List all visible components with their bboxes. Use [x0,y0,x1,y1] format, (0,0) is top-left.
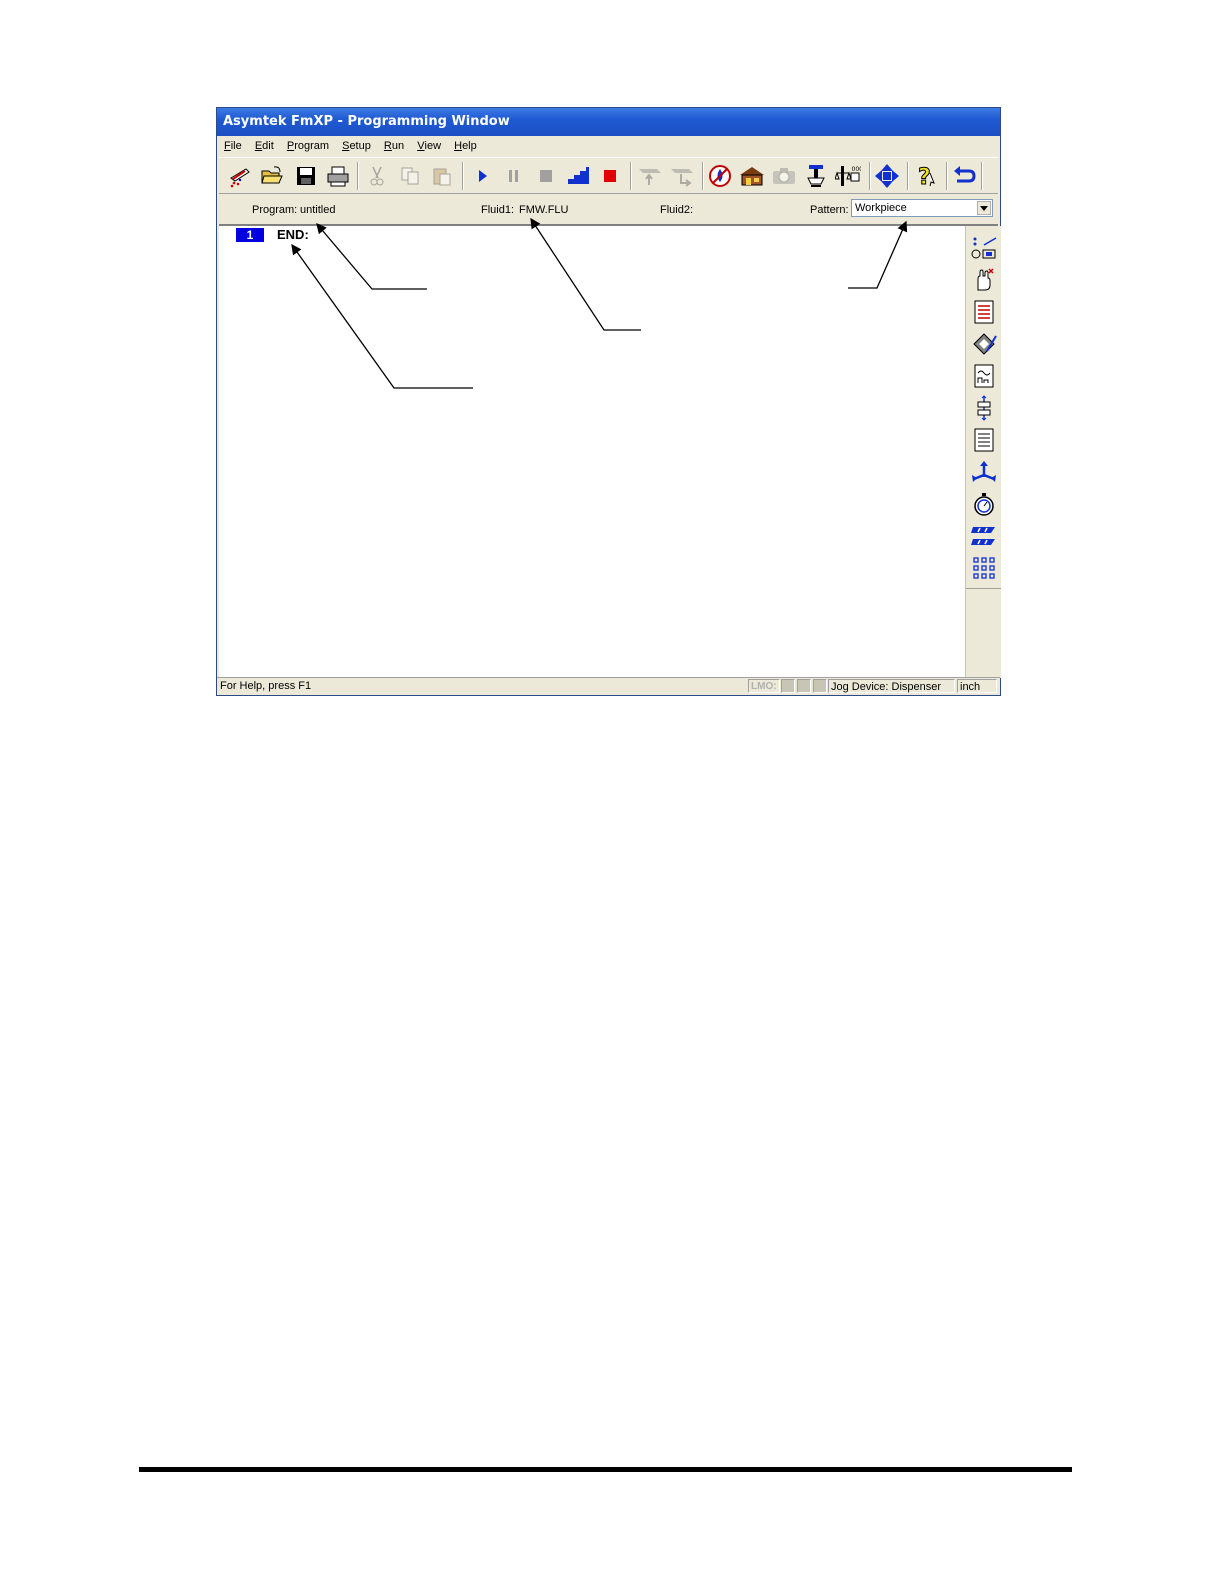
callout-lines [291,217,908,389]
callout-pattern [848,220,908,289]
page-footer-rule [139,1467,1072,1472]
callout-fluid1 [530,217,641,331]
callout-end-line [291,243,473,389]
callout-program-name [316,223,427,290]
